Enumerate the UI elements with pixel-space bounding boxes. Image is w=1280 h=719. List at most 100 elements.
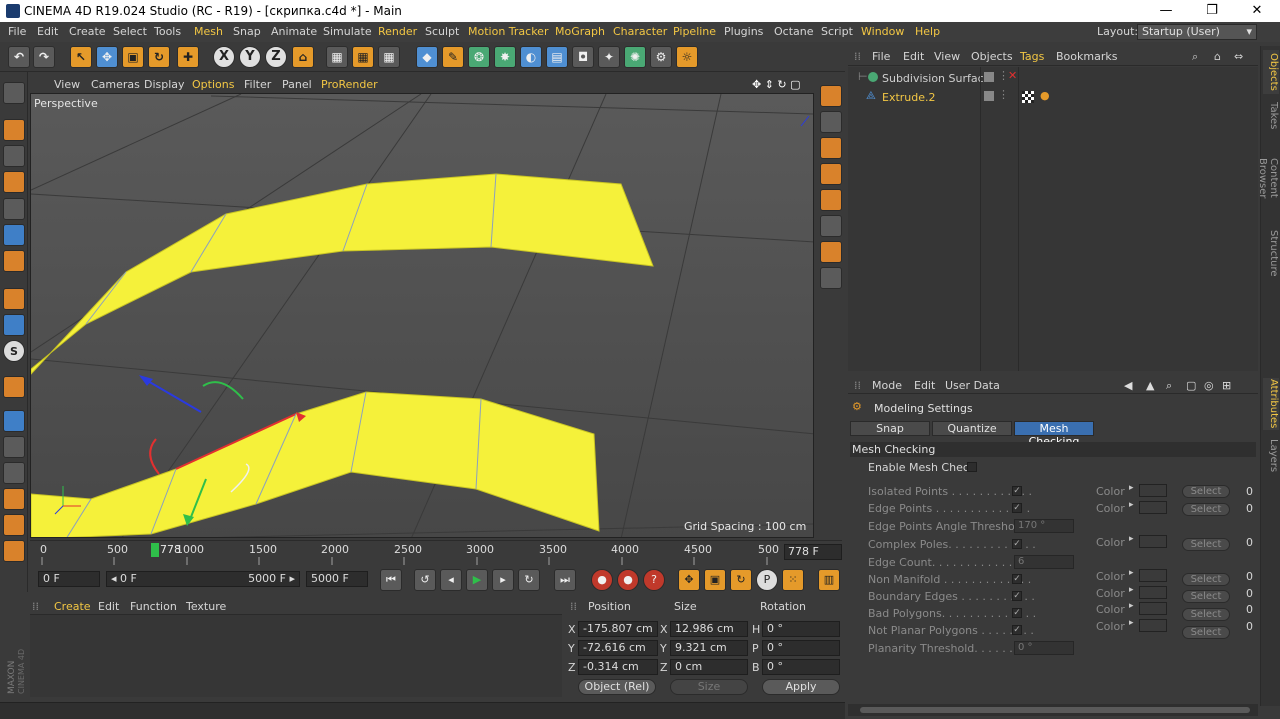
expand-arrow-icon[interactable]: ▸ xyxy=(1129,618,1134,628)
attribute-scrollbar[interactable] xyxy=(848,704,1258,716)
menu-select[interactable]: Select xyxy=(113,25,147,38)
deformer-icon[interactable]: ◐ xyxy=(520,46,542,68)
next-key-icon[interactable]: ↻ xyxy=(518,569,540,591)
color-swatch[interactable] xyxy=(1139,484,1167,497)
snap-icon[interactable]: S xyxy=(3,340,25,362)
select-button[interactable]: Select xyxy=(1182,538,1230,551)
am-menu-edit[interactable]: Edit xyxy=(914,379,935,392)
autokeying-icon[interactable]: ● xyxy=(617,569,639,591)
menu-animate[interactable]: Animate xyxy=(271,25,317,38)
axis-mode-icon[interactable] xyxy=(3,288,25,310)
record-keys-icon[interactable]: ● xyxy=(591,569,613,591)
preview-range-slider[interactable]: ◂ 0 F 5000 F ▸ xyxy=(106,571,300,587)
subdivision-icon[interactable]: ❂ xyxy=(468,46,490,68)
color-swatch[interactable] xyxy=(1139,501,1167,514)
angle-threshold-field[interactable]: 170 ° xyxy=(1014,519,1074,533)
prop-checkbox[interactable]: ✓ xyxy=(1012,591,1022,601)
viewport-menu-filter[interactable]: Filter xyxy=(244,78,271,91)
size-mode-select[interactable]: Size xyxy=(670,679,748,695)
menu-mograph[interactable]: MoGraph xyxy=(555,25,605,38)
menu-plugins[interactable]: Plugins xyxy=(724,25,763,38)
play-icon[interactable]: ▶ xyxy=(466,569,488,591)
end-frame-field[interactable]: 5000 F xyxy=(306,571,368,587)
menu-tools[interactable]: Tools xyxy=(154,25,181,38)
knife-icon[interactable] xyxy=(820,215,842,237)
scale-icon[interactable]: ▣ xyxy=(122,46,144,68)
polygons-mode-icon[interactable] xyxy=(3,250,25,272)
position-z-field[interactable]: -0.314 cm xyxy=(578,659,658,675)
texture-tag-icon[interactable] xyxy=(1022,91,1034,103)
key-position-icon[interactable]: ✥ xyxy=(678,569,700,591)
object-name[interactable]: Extrude.2 xyxy=(882,91,936,104)
menu-window[interactable]: Window xyxy=(861,25,904,38)
panel-grip-icon[interactable]: ⁞⁞ xyxy=(570,600,577,613)
rotation-p-field[interactable]: 0 ° xyxy=(762,640,840,656)
select-button[interactable]: Select xyxy=(1182,608,1230,621)
am-menu-user-data[interactable]: User Data xyxy=(945,379,1000,392)
paint-tool-icon[interactable] xyxy=(820,85,842,107)
size-x-field[interactable]: 12.986 cm xyxy=(670,621,748,637)
model-mode-icon[interactable] xyxy=(3,119,25,141)
menu-mesh[interactable]: Mesh xyxy=(194,25,223,38)
settings-gear-icon[interactable]: ⚙ xyxy=(650,46,672,68)
coordinate-system-icon[interactable]: ⌂ xyxy=(292,46,314,68)
tab-quantize[interactable]: Quantize xyxy=(932,421,1012,436)
light-icon[interactable]: ✦ xyxy=(598,46,620,68)
om-menu-objects[interactable]: Objects xyxy=(971,50,1013,63)
position-y-field[interactable]: -72.616 cm xyxy=(578,640,658,656)
expand-arrow-icon[interactable]: ▸ xyxy=(1129,568,1134,578)
prop-checkbox[interactable]: ✓ xyxy=(1012,608,1022,618)
menu-help[interactable]: Help xyxy=(915,25,940,38)
om-menu-bookmarks[interactable]: Bookmarks xyxy=(1056,50,1117,63)
menu-script[interactable]: Script xyxy=(821,25,853,38)
side-tab-objects[interactable]: Objects xyxy=(1263,50,1279,94)
python-generator-icon[interactable]: ☼ xyxy=(676,46,698,68)
viewport-menu-cameras[interactable]: Cameras xyxy=(91,78,140,91)
expand-arrow-icon[interactable]: ▸ xyxy=(1129,534,1134,544)
object-row[interactable]: ⊢ Subdivision Surface ⋮ ✕ xyxy=(848,69,1258,87)
select-button[interactable]: Select xyxy=(1182,503,1230,516)
select-button[interactable]: Select xyxy=(1182,573,1230,586)
expand-arrow-icon[interactable]: ▸ xyxy=(1129,585,1134,595)
transfer-icon[interactable] xyxy=(820,111,842,133)
film-icon[interactable] xyxy=(820,137,842,159)
undo-icon[interactable]: ↶ xyxy=(8,46,30,68)
side-tab-layers[interactable]: Layers xyxy=(1263,438,1279,474)
planarity-threshold-field[interactable]: 0 ° xyxy=(1014,641,1074,655)
disabled-x-icon[interactable]: ✕ xyxy=(1008,69,1017,82)
pen-icon[interactable]: ✎ xyxy=(442,46,464,68)
pencil-icon[interactable] xyxy=(820,189,842,211)
select-button[interactable]: Select xyxy=(1182,590,1230,603)
back-arrow-icon[interactable]: ◀ xyxy=(1124,379,1132,392)
phong-tag-icon[interactable]: ● xyxy=(1040,89,1050,102)
coordinate-mode-select[interactable]: Object (Rel) xyxy=(578,679,656,695)
side-tab-attributes[interactable]: Attributes xyxy=(1263,378,1279,430)
viewport-menu-options[interactable]: Options xyxy=(192,78,234,91)
rotation-b-field[interactable]: 0 ° xyxy=(762,659,840,675)
panel-grip-icon[interactable]: ⁞⁞ xyxy=(854,50,861,63)
prop-checkbox[interactable]: ✓ xyxy=(1012,625,1022,635)
timeline-ruler[interactable]: 0 500 1000 1500 2000 2500 3000 3500 4000… xyxy=(30,540,842,566)
bucket-icon[interactable] xyxy=(820,163,842,185)
menu-edit[interactable]: Edit xyxy=(37,25,58,38)
home-icon[interactable]: ⌂ xyxy=(1214,50,1221,63)
start-frame-field[interactable]: 0 F xyxy=(38,571,100,587)
expand-arrow-icon[interactable]: ▸ xyxy=(1129,500,1134,510)
menu-pipeline[interactable]: Pipeline xyxy=(673,25,716,38)
viewport-menu-prorender[interactable]: ProRender xyxy=(321,78,378,91)
cube-icon[interactable]: ◆ xyxy=(416,46,438,68)
live-selection-icon[interactable]: ↖ xyxy=(70,46,92,68)
layout-select[interactable]: Startup (User) ▾ xyxy=(1137,24,1257,40)
key-rotation-icon[interactable]: ↻ xyxy=(730,569,752,591)
menu-motion-tracker[interactable]: Motion Tracker xyxy=(468,25,548,38)
color-swatch[interactable] xyxy=(1139,586,1167,599)
previous-frame-icon[interactable]: ◂ xyxy=(440,569,462,591)
search-icon[interactable]: ⌕ xyxy=(1166,379,1172,393)
goto-start-icon[interactable]: ⏮ xyxy=(380,569,402,591)
recent-tools-icon[interactable]: ✚ xyxy=(177,46,199,68)
playhead-handle[interactable] xyxy=(151,543,159,557)
visibility-toggle-icon[interactable] xyxy=(984,91,994,101)
material-menu-edit[interactable]: Edit xyxy=(98,600,119,613)
panel-grip-icon[interactable]: ⁞⁞ xyxy=(854,379,861,392)
prop-checkbox[interactable]: ✓ xyxy=(1012,539,1022,549)
